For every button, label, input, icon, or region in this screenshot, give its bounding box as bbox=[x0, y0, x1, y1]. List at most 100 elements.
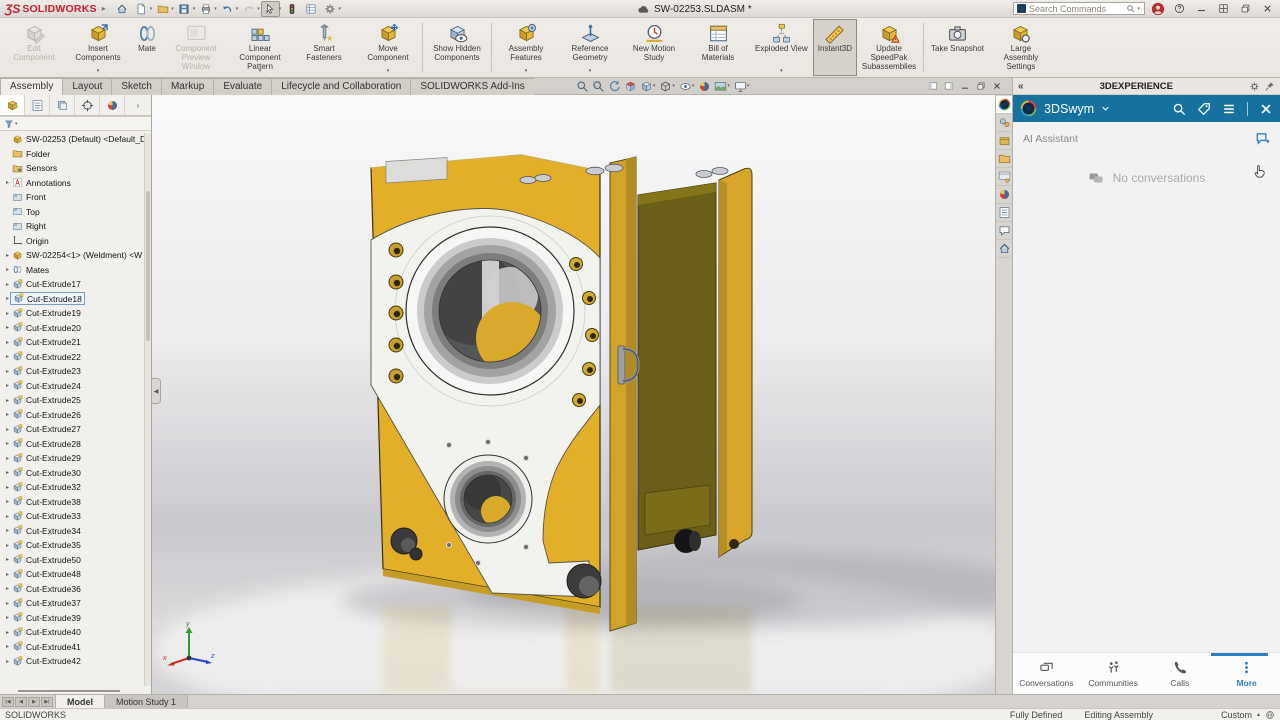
tree-item-body[interactable]: Top bbox=[12, 206, 40, 217]
expand-arrow-icon[interactable]: ▸ bbox=[3, 629, 12, 636]
expand-arrow-icon[interactable]: ▸ bbox=[3, 658, 12, 665]
tree-scrollbar[interactable] bbox=[144, 133, 151, 686]
tree-filter-row[interactable]: ▾ bbox=[0, 116, 151, 131]
tree-item-body[interactable]: Cut-Extrude32 bbox=[12, 482, 81, 493]
new-conversation-icon[interactable] bbox=[1255, 131, 1270, 146]
tree-item-cut-extrude25[interactable]: ▸Cut-Extrude25 bbox=[0, 393, 151, 408]
search-commands-input[interactable]: Search Commands ▾ bbox=[1013, 2, 1145, 15]
search-caret-icon[interactable]: ▾ bbox=[1137, 6, 1140, 12]
tree-item-cut-extrude23[interactable]: ▸Cut-Extrude23 bbox=[0, 364, 151, 379]
tree-item-body[interactable]: Folder bbox=[12, 148, 50, 159]
tree-item-body[interactable]: Cut-Extrude22 bbox=[12, 351, 81, 362]
select-cursor-caret-icon[interactable]: ▾ bbox=[279, 6, 282, 12]
open-button[interactable] bbox=[153, 1, 172, 17]
tree-item-cut-extrude35[interactable]: ▸Cut-Extrude35 bbox=[0, 538, 151, 553]
expand-arrow-icon[interactable]: ▸ bbox=[3, 469, 12, 476]
ribbon-exploded-view-button[interactable]: Exploded View▾ bbox=[750, 19, 813, 76]
ribbon-insert-components-button[interactable]: Insert Components▾ bbox=[66, 19, 130, 76]
tab-scroll-button[interactable]: ▶| bbox=[41, 697, 53, 707]
tab-scroll-button[interactable]: |◀ bbox=[2, 697, 14, 707]
tree-item-cut-extrude20[interactable]: ▸Cut-Extrude20 bbox=[0, 321, 151, 336]
tree-item-body[interactable]: Cut-Extrude25 bbox=[12, 395, 81, 406]
expand-arrow-icon[interactable]: ▸ bbox=[3, 397, 12, 404]
ribbon-move-component-button[interactable]: Move Component▾ bbox=[356, 19, 420, 76]
tree-item-top[interactable]: Top bbox=[0, 205, 151, 220]
close-doc-button[interactable] bbox=[992, 81, 1002, 91]
tree-item-cut-extrude26[interactable]: ▸Cut-Extrude26 bbox=[0, 408, 151, 423]
layout-grid-button[interactable] bbox=[1215, 2, 1231, 16]
headsup-zoom-area-button[interactable] bbox=[592, 80, 605, 93]
settings-caret-icon[interactable]: ▾ bbox=[338, 6, 341, 12]
tree-item-cut-extrude36[interactable]: ▸Cut-Extrude36 bbox=[0, 582, 151, 597]
tree-item-body[interactable]: Cut-Extrude17 bbox=[12, 279, 81, 290]
expand-arrow-icon[interactable]: ▸ bbox=[3, 353, 12, 360]
menu-icon[interactable] bbox=[1222, 102, 1236, 116]
tree-item-cut-extrude42[interactable]: ▸Cut-Extrude42 bbox=[0, 654, 151, 669]
tree-item-cut-extrude17[interactable]: ▸Cut-Extrude17 bbox=[0, 277, 151, 292]
expand-arrow-icon[interactable]: ▸ bbox=[3, 324, 12, 331]
bom-list-button[interactable] bbox=[301, 1, 320, 17]
expand-arrow-icon[interactable]: ▸ bbox=[3, 614, 12, 621]
restore-button[interactable] bbox=[976, 81, 986, 91]
tree-item-annotations[interactable]: ▸Annotations bbox=[0, 176, 151, 191]
tree-item-cut-extrude34[interactable]: ▸Cut-Extrude34 bbox=[0, 524, 151, 539]
tab-scroll-button[interactable]: ◀ bbox=[15, 697, 27, 707]
print-caret-icon[interactable]: ▾ bbox=[214, 6, 217, 12]
task-pane-compass-tab[interactable] bbox=[996, 96, 1012, 114]
headsup-hide-show-button[interactable]: ▾ bbox=[679, 80, 696, 93]
tree-hscrollbar[interactable] bbox=[18, 690, 120, 692]
tree-item-cut-extrude29[interactable]: ▸Cut-Extrude29 bbox=[0, 451, 151, 466]
tree-item-body[interactable]: Origin bbox=[12, 235, 49, 246]
tree-item-body[interactable]: Cut-Extrude20 bbox=[12, 322, 81, 333]
headsup-section-view-button[interactable] bbox=[624, 80, 637, 93]
panel-splitter-handle[interactable]: ◀ bbox=[152, 378, 161, 404]
tree-item-origin[interactable]: Origin bbox=[0, 234, 151, 249]
expand-arrow-icon[interactable]: ▸ bbox=[3, 411, 12, 418]
headsup-view-orientation-button[interactable]: ▾ bbox=[640, 80, 657, 93]
tree-item-mates[interactable]: ▸Mates bbox=[0, 263, 151, 278]
expand-arrow-icon[interactable]: ▸ bbox=[3, 527, 12, 534]
restore-button[interactable] bbox=[1237, 2, 1253, 16]
tree-item-body[interactable]: Cut-Extrude48 bbox=[12, 569, 81, 580]
pin-icon[interactable] bbox=[1264, 81, 1275, 92]
ribbon-take-snapshot-button[interactable]: Take Snapshot bbox=[926, 19, 989, 76]
chevron-down-icon[interactable] bbox=[1101, 104, 1110, 113]
save-button[interactable] bbox=[175, 1, 194, 17]
task-pane-gears-tab[interactable] bbox=[996, 114, 1012, 132]
tree-item-body[interactable]: Cut-Extrude40 bbox=[12, 627, 81, 638]
tree-item-front[interactable]: Front bbox=[0, 190, 151, 205]
dropdown-caret-icon[interactable]: ▾ bbox=[727, 83, 730, 89]
tab-markup[interactable]: Markup bbox=[161, 78, 214, 95]
collapse-panel-icon[interactable]: « bbox=[1018, 81, 1024, 92]
swym-close-icon[interactable] bbox=[1259, 102, 1273, 116]
undo-button[interactable] bbox=[218, 1, 237, 17]
print-button[interactable] bbox=[196, 1, 215, 17]
home-button[interactable] bbox=[113, 1, 132, 17]
units-caret-icon[interactable]: ▴ bbox=[1257, 711, 1260, 718]
expand-arrow-icon[interactable]: ▸ bbox=[3, 585, 12, 592]
ribbon-show-hidden-components-button[interactable]: Show Hidden Components bbox=[425, 19, 489, 76]
dropdown-caret-icon[interactable]: ▾ bbox=[387, 69, 390, 74]
close-button[interactable] bbox=[1259, 2, 1275, 16]
tree-item-body[interactable]: SW-02253 (Default) <Default_Displa bbox=[12, 134, 151, 145]
expand-arrow-icon[interactable]: ▸ bbox=[3, 310, 12, 317]
new-document-caret-icon[interactable]: ▾ bbox=[150, 6, 153, 12]
tree-item-body[interactable]: Cut-Extrude41 bbox=[12, 641, 81, 652]
tree-item-cut-extrude37[interactable]: ▸Cut-Extrude37 bbox=[0, 596, 151, 611]
task-pane-home-tab[interactable] bbox=[996, 240, 1012, 258]
ribbon-linear-component-pattern-button[interactable]: Linear Component Pattern▾ bbox=[228, 19, 292, 76]
expand-arrow-icon[interactable]: ▸ bbox=[3, 426, 12, 433]
tree-item-body[interactable]: Cut-Extrude28 bbox=[12, 438, 81, 449]
help-button[interactable] bbox=[1171, 2, 1187, 16]
dropdown-caret-icon[interactable]: ▾ bbox=[589, 69, 592, 74]
tree-item-body[interactable]: Cut-Extrude37 bbox=[12, 598, 81, 609]
task-pane-palette-window-tab[interactable] bbox=[996, 168, 1012, 186]
user-avatar[interactable] bbox=[1151, 2, 1165, 16]
tree-item-body[interactable]: Front bbox=[12, 192, 46, 203]
ribbon-bill-of-materials-button[interactable]: Bill of Materials bbox=[686, 19, 750, 76]
tree-item-sw-02254-1[interactable]: ▸SW-02254<1> (Weldment) <W bbox=[0, 248, 151, 263]
ribbon-smart-fasteners-button[interactable]: Smart Fasteners bbox=[292, 19, 356, 76]
tree-item-body[interactable]: SW-02254<1> (Weldment) <W bbox=[12, 250, 142, 261]
tab-assembly[interactable]: Assembly bbox=[0, 78, 63, 95]
tree-item-cut-extrude27[interactable]: ▸Cut-Extrude27 bbox=[0, 422, 151, 437]
